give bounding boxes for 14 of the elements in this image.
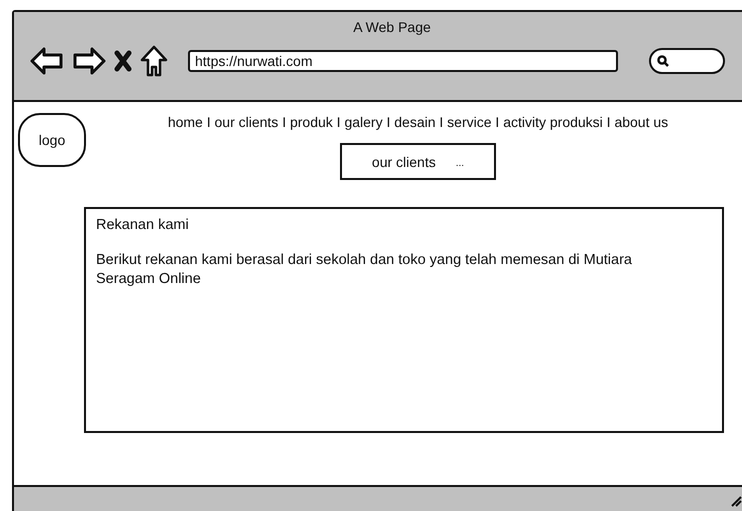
logo: logo — [18, 113, 86, 167]
back-icon[interactable] — [30, 47, 64, 75]
nav-links[interactable]: home I our clients I produk I galery I desain I service I activity produksi I about us — [168, 114, 668, 130]
resize-grip-icon[interactable] — [730, 495, 742, 507]
content-heading: Rekanan kami — [96, 217, 190, 233]
search-icon — [657, 55, 669, 67]
section-button[interactable]: our clients ... — [340, 143, 496, 180]
forward-icon[interactable] — [72, 47, 106, 75]
search-field[interactable] — [649, 48, 725, 74]
home-icon[interactable] — [140, 45, 168, 77]
close-icon[interactable] — [114, 50, 132, 72]
content-text: Berikut rekanan kami berasal dari sekolah dan toko yang telah memesan di Mutiara Seragam Online — [96, 251, 633, 289]
window-title: A Web Page — [353, 19, 431, 35]
address-field[interactable]: https://nurwati.com — [188, 50, 618, 72]
